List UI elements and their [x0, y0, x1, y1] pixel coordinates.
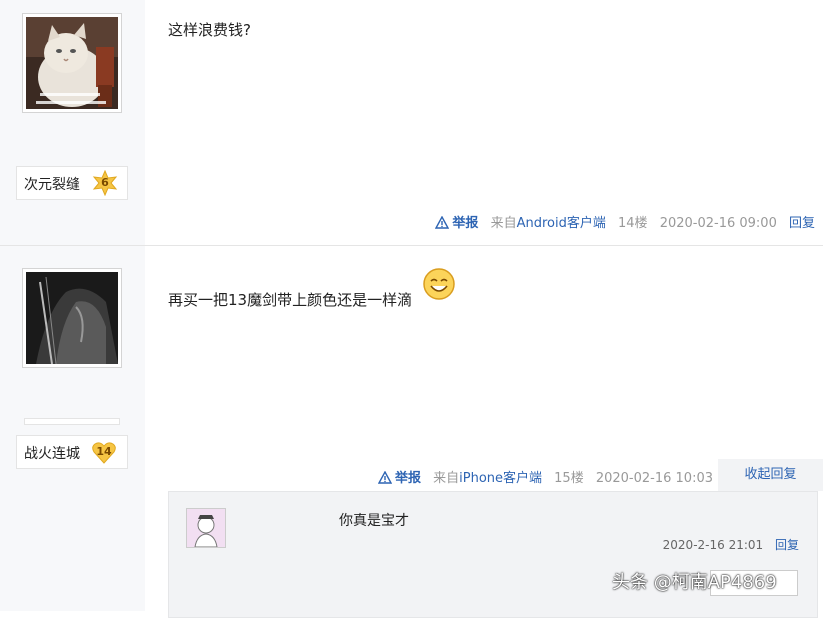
avatar-dark-photo — [26, 272, 118, 364]
post-content: 再买一把13魔剑带上颜色还是一样滴 — [168, 268, 455, 310]
divider-bar — [24, 418, 120, 425]
author-sidebar: 次元裂缝 6 — [0, 0, 145, 245]
reply-meta: 2020-2-16 21:01 回复 — [663, 536, 799, 553]
author-sidebar: 战火连城 14 — [0, 246, 145, 611]
floor-number: 14楼 — [618, 216, 648, 231]
post-meta: 举报 来自Android客户端 14楼 2020-02-16 09:00 回复 — [435, 212, 815, 231]
username[interactable]: 次元裂缝 — [24, 174, 80, 194]
collapse-replies-button[interactable]: 收起回复 — [718, 459, 823, 491]
floor-number: 15楼 — [554, 471, 584, 486]
warning-triangle-icon — [435, 216, 450, 229]
report-link[interactable]: 举报 — [435, 216, 482, 231]
username[interactable]: 战火连城 — [24, 443, 80, 463]
smiley-emoji-icon — [423, 268, 455, 300]
avatar[interactable] — [22, 13, 122, 113]
post-content: 这样浪费钱? — [168, 21, 251, 39]
reply-link[interactable]: 回复 — [775, 538, 799, 552]
reply-time: 2020-2-16 21:01 — [662, 538, 764, 552]
avatar[interactable] — [22, 268, 122, 368]
avatar-cat-image — [26, 17, 118, 109]
source-client-link[interactable]: iPhone客户端 — [459, 471, 542, 486]
post-floor-14: 次元裂缝 6 这样浪费钱? 举报 来自Android客户端 14楼 2020-0… — [0, 0, 823, 246]
level-number: 6 — [101, 176, 109, 189]
post-meta: 举报 来自iPhone客户端 15楼 2020-02-16 10:03 — [377, 467, 713, 486]
reply-list: 你真是宝才 2020-2-16 21:01 回复 — [168, 491, 818, 618]
user-card[interactable]: 战火连城 14 — [16, 435, 128, 469]
level-heart-badge-icon: 14 — [91, 439, 117, 465]
post-time: 2020-02-16 10:03 — [595, 471, 713, 486]
source-prefix: 来自 — [490, 216, 517, 231]
report-link[interactable]: 举报 — [377, 471, 425, 486]
user-card[interactable]: 次元裂缝 6 — [16, 166, 128, 200]
post-content-text: 再买一把13魔剑带上颜色还是一样滴 — [168, 291, 413, 309]
reply-avatar[interactable] — [186, 508, 226, 548]
source-client-link[interactable]: Android客户端 — [517, 216, 606, 231]
watermark: 头条 @柯南AP4869 — [612, 572, 777, 593]
reply-link[interactable]: 回复 — [789, 216, 815, 231]
reply-content: 你真是宝才 — [339, 513, 409, 529]
level-number: 14 — [96, 445, 112, 458]
post-floor-15: 战火连城 14 再买一把13魔剑带上颜色还是一样滴 举报 来自iPhone客户端… — [0, 246, 823, 618]
warning-triangle-icon — [377, 471, 392, 484]
level-star-badge-icon: 6 — [92, 169, 118, 197]
post-time: 2020-02-16 09:00 — [659, 216, 777, 231]
source-prefix: 来自 — [433, 471, 460, 486]
